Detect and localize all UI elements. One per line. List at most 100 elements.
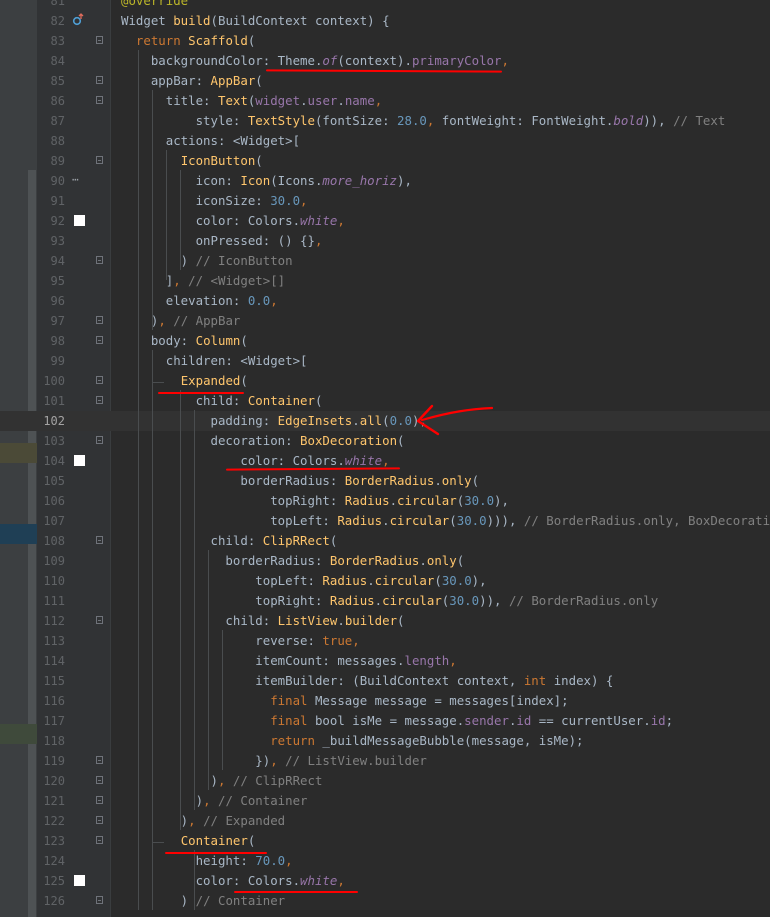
code-text[interactable]: child: ListView.builder(	[121, 611, 404, 631]
fold-toggle-icon[interactable]	[96, 776, 103, 784]
code-text[interactable]: IconButton(	[121, 151, 263, 171]
code-line[interactable]: 87 style: TextStyle(fontSize: 28.0, font…	[0, 111, 770, 131]
code-text[interactable]: child: ClipRRect(	[121, 531, 338, 551]
fold-toggle-icon[interactable]	[96, 316, 103, 324]
line-number[interactable]: 108	[37, 531, 65, 551]
code-line[interactable]: 122 ), // Expanded	[0, 811, 770, 831]
line-number[interactable]: 90	[37, 171, 65, 191]
code-line[interactable]: 118 return _buildMessageBubble(message, …	[0, 731, 770, 751]
code-line[interactable]: 103 decoration: BoxDecoration(	[0, 431, 770, 451]
fold-toggle-icon[interactable]	[96, 376, 103, 384]
line-number[interactable]: 109	[37, 551, 65, 571]
code-line[interactable]: 106 topRight: Radius.circular(30.0),	[0, 491, 770, 511]
code-text[interactable]: @override	[121, 0, 188, 11]
line-number[interactable]: 118	[37, 731, 65, 751]
code-line[interactable]: 88 actions: <Widget>[	[0, 131, 770, 151]
code-text[interactable]: final bool isMe = message.sender.id == c…	[121, 711, 673, 731]
code-text[interactable]: final Message message = messages[index];	[121, 691, 568, 711]
code-line[interactable]: 119 }), // ListView.builder	[0, 751, 770, 771]
line-number[interactable]: 103	[37, 431, 65, 451]
line-number[interactable]: 114	[37, 651, 65, 671]
code-line[interactable]: 107 topLeft: Radius.circular(30.0))), //…	[0, 511, 770, 531]
code-line[interactable]: 82 Widget build(BuildContext context) {	[0, 11, 770, 31]
code-text[interactable]: return _buildMessageBubble(message, isMe…	[121, 731, 583, 751]
code-line[interactable]: 102 padding: EdgeInsets.all(0.0),	[0, 411, 770, 431]
line-number[interactable]: 88	[37, 131, 65, 151]
line-number[interactable]: 81	[37, 0, 65, 11]
code-text[interactable]: appBar: AppBar(	[121, 71, 263, 91]
line-number[interactable]: 112	[37, 611, 65, 631]
color-swatch-icon[interactable]	[74, 215, 85, 226]
fold-toggle-icon[interactable]	[96, 76, 103, 84]
code-text[interactable]: decoration: BoxDecoration(	[121, 431, 405, 451]
code-line[interactable]: 110 topLeft: Radius.circular(30.0),	[0, 571, 770, 591]
fold-toggle-icon[interactable]	[96, 256, 103, 264]
code-text[interactable]: reverse: true,	[121, 631, 359, 651]
code-line[interactable]: 126 ) // Container	[0, 891, 770, 911]
code-text[interactable]: actions: <Widget>[	[121, 131, 300, 151]
code-text[interactable]: padding: EdgeInsets.all(0.0),	[121, 411, 427, 431]
code-text[interactable]: }), // ListView.builder	[121, 751, 427, 771]
line-number[interactable]: 91	[37, 191, 65, 211]
line-number[interactable]: 94	[37, 251, 65, 271]
code-text[interactable]: borderRadius: BorderRadius.only(	[121, 551, 464, 571]
code-line[interactable]: 100 Expanded(	[0, 371, 770, 391]
line-number[interactable]: 100	[37, 371, 65, 391]
line-number[interactable]: 122	[37, 811, 65, 831]
code-line[interactable]: 111 topRight: Radius.circular(30.0)), //…	[0, 591, 770, 611]
line-number[interactable]: 120	[37, 771, 65, 791]
code-text[interactable]: body: Column(	[121, 331, 248, 351]
more-horiz-icon[interactable]: ⋯	[72, 171, 79, 189]
code-line[interactable]: 120 ), // ClipRRect	[0, 771, 770, 791]
code-line[interactable]: 121 ), // Container	[0, 791, 770, 811]
line-number[interactable]: 87	[37, 111, 65, 131]
line-number[interactable]: 106	[37, 491, 65, 511]
color-swatch-icon[interactable]	[74, 875, 85, 886]
code-text[interactable]: topLeft: Radius.circular(30.0))), // Bor…	[121, 511, 770, 531]
line-number[interactable]: 123	[37, 831, 65, 851]
line-number[interactable]: 96	[37, 291, 65, 311]
fold-toggle-icon[interactable]	[96, 96, 103, 104]
line-number[interactable]: 97	[37, 311, 65, 331]
code-line[interactable]: 85 appBar: AppBar(	[0, 71, 770, 91]
code-line[interactable]: 125 color: Colors.white,	[0, 871, 770, 891]
code-text[interactable]: icon: Icon(Icons.more_horiz),	[121, 171, 412, 191]
code-text[interactable]: color: Colors.white,	[121, 211, 345, 231]
code-text[interactable]: topRight: Radius.circular(30.0)), // Bor…	[121, 591, 658, 611]
code-line[interactable]: 96 elevation: 0.0,	[0, 291, 770, 311]
line-number[interactable]: 124	[37, 851, 65, 871]
line-number[interactable]: 99	[37, 351, 65, 371]
code-line[interactable]: 113 reverse: true,	[0, 631, 770, 651]
line-number[interactable]: 115	[37, 671, 65, 691]
code-text[interactable]: ], // <Widget>[]	[121, 271, 285, 291]
code-line[interactable]: 117 final bool isMe = message.sender.id …	[0, 711, 770, 731]
code-line[interactable]: 112 child: ListView.builder(	[0, 611, 770, 631]
line-number[interactable]: 84	[37, 51, 65, 71]
line-number[interactable]: 107	[37, 511, 65, 531]
code-line[interactable]: 83 return Scaffold(	[0, 31, 770, 51]
code-text[interactable]: Expanded(	[121, 371, 248, 391]
fold-toggle-icon[interactable]	[96, 436, 103, 444]
color-swatch-icon[interactable]	[74, 455, 85, 466]
fold-toggle-icon[interactable]	[96, 756, 103, 764]
code-line[interactable]: 105 borderRadius: BorderRadius.only(	[0, 471, 770, 491]
line-number[interactable]: 89	[37, 151, 65, 171]
code-text[interactable]: ), // Expanded	[121, 811, 285, 831]
line-number[interactable]: 92	[37, 211, 65, 231]
code-text[interactable]: elevation: 0.0,	[121, 291, 278, 311]
line-number[interactable]: 101	[37, 391, 65, 411]
line-number[interactable]: 98	[37, 331, 65, 351]
code-text[interactable]: Widget build(BuildContext context) {	[121, 11, 390, 31]
code-line[interactable]: 92 color: Colors.white,	[0, 211, 770, 231]
line-number[interactable]: 125	[37, 871, 65, 891]
override-gutter-icon[interactable]	[71, 13, 85, 31]
code-line[interactable]: 98 body: Column(	[0, 331, 770, 351]
code-text[interactable]: Container(	[121, 831, 256, 851]
code-line[interactable]: 89 IconButton(	[0, 151, 770, 171]
line-number[interactable]: 117	[37, 711, 65, 731]
fold-toggle-icon[interactable]	[96, 836, 103, 844]
code-line[interactable]: 90 ⋯ icon: Icon(Icons.more_horiz),	[0, 171, 770, 191]
code-text[interactable]: color: Colors.white,	[121, 871, 345, 891]
fold-toggle-icon[interactable]	[96, 796, 103, 804]
code-text[interactable]: itemCount: messages.length,	[121, 651, 456, 671]
